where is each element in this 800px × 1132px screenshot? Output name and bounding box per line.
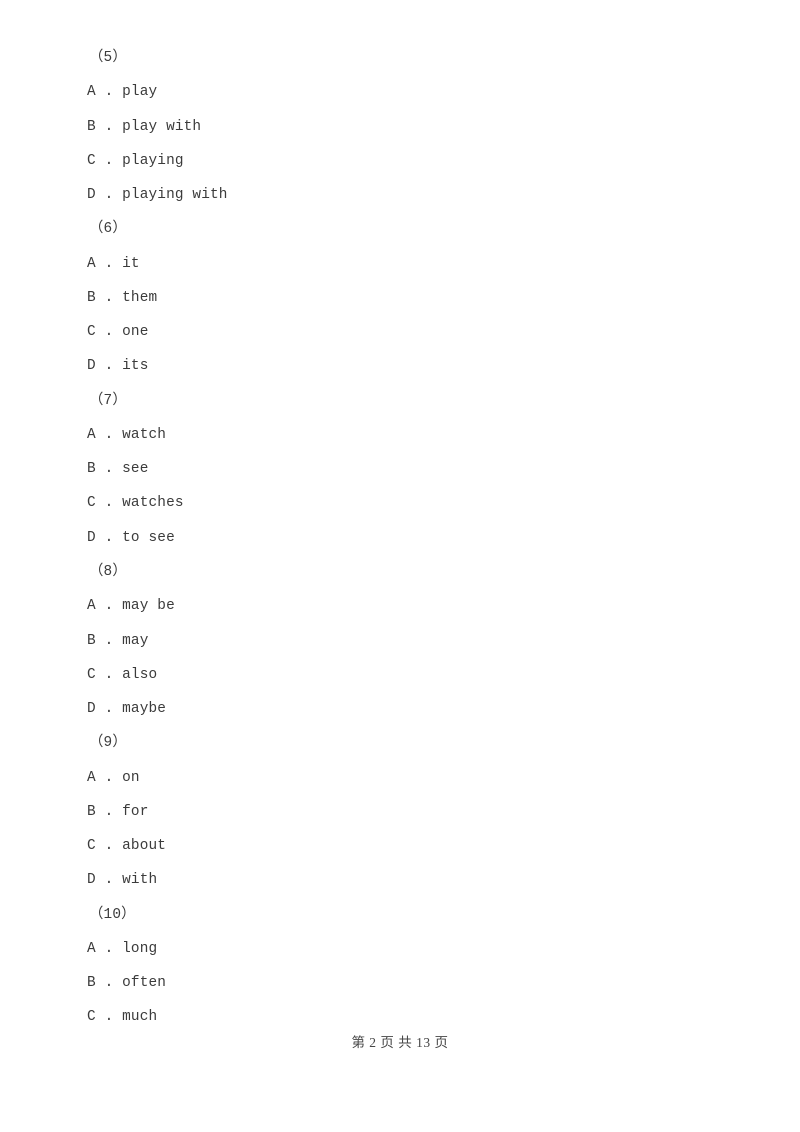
option-a[interactable]: A . watch — [0, 418, 800, 452]
question-group: （7） A . watch B . see C . watches D . to… — [0, 384, 800, 555]
option-c[interactable]: C . one — [0, 315, 800, 349]
option-a[interactable]: A . it — [0, 247, 800, 281]
option-b[interactable]: B . see — [0, 452, 800, 486]
option-c[interactable]: C . watches — [0, 486, 800, 520]
option-a[interactable]: A . play — [0, 75, 800, 109]
option-d[interactable]: D . to see — [0, 521, 800, 555]
option-b[interactable]: B . play with — [0, 110, 800, 144]
question-number: （8） — [89, 563, 127, 580]
question-number: （6） — [89, 221, 127, 238]
question-number: （7） — [89, 392, 127, 409]
option-a[interactable]: A . on — [0, 761, 800, 795]
question-group: （6） A . it B . them C . one D . its — [0, 212, 800, 383]
option-d[interactable]: D . maybe — [0, 692, 800, 726]
option-d[interactable]: D . playing with — [0, 178, 800, 212]
page-footer: 第 2 页 共 13 页 — [351, 1035, 449, 1050]
option-d[interactable]: D . its — [0, 349, 800, 383]
option-c[interactable]: C . playing — [0, 144, 800, 178]
question-group: （9） A . on B . for C . about D . with — [0, 726, 800, 897]
option-b[interactable]: B . often — [0, 966, 800, 1000]
option-c[interactable]: C . about — [0, 829, 800, 863]
question-number: （9） — [89, 735, 127, 752]
option-a[interactable]: A . may be — [0, 589, 800, 623]
question-number: （5） — [89, 50, 127, 66]
question-group: （10） A . long B . often C . much — [0, 898, 800, 1035]
option-b[interactable]: B . may — [0, 624, 800, 658]
question-number: （10） — [89, 906, 136, 923]
option-d[interactable]: D . with — [0, 863, 800, 897]
option-b[interactable]: B . for — [0, 795, 800, 829]
option-b[interactable]: B . them — [0, 281, 800, 315]
question-list: （5） A . play B . play with C . playing D… — [0, 0, 800, 1035]
option-c[interactable]: C . also — [0, 658, 800, 692]
question-group: （8） A . may be B . may C . also D . mayb… — [0, 555, 800, 726]
option-a[interactable]: A . long — [0, 932, 800, 966]
question-group: （5） A . play B . play with C . playing D… — [0, 41, 800, 212]
document-page: （5） A . play B . play with C . playing D… — [0, 0, 800, 1132]
